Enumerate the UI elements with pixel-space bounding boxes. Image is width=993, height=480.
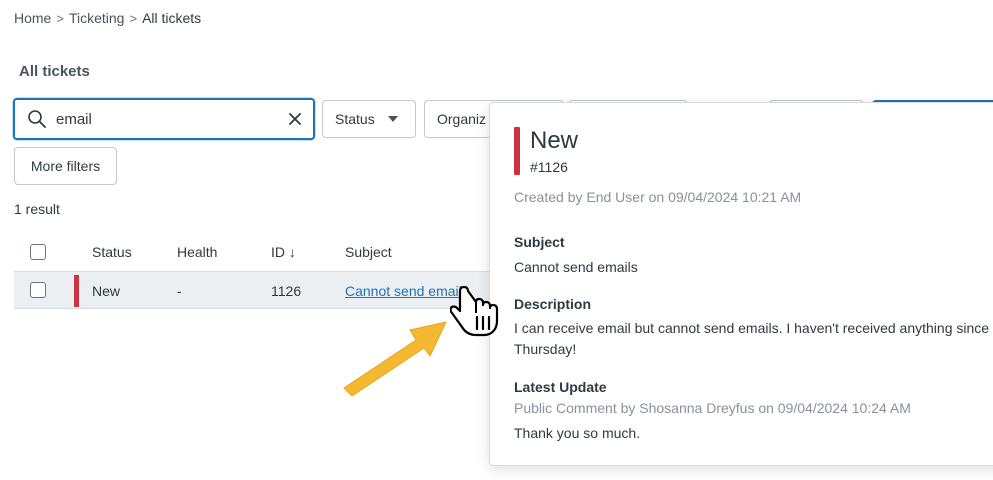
search-icon: [28, 110, 46, 128]
column-header-status[interactable]: Status: [92, 244, 132, 260]
cell-status: New: [92, 283, 121, 299]
select-all-checkbox[interactable]: [30, 244, 46, 260]
breadcrumb-all-tickets: All tickets: [142, 10, 202, 26]
ticket-preview-popover: New #1126 Created by End User on 09/04/2…: [489, 102, 993, 466]
breadcrumb-separator: >: [56, 10, 64, 26]
status-filter-label: Status: [335, 111, 375, 127]
ticket-created-info: Created by End User on 09/04/2024 10:21 …: [514, 189, 802, 205]
column-header-id[interactable]: ID ↓: [271, 244, 296, 260]
breadcrumb-separator: >: [129, 10, 138, 26]
organization-filter-label: Organiz: [437, 111, 487, 127]
description-value: I can receive email but cannot send emai…: [514, 320, 990, 357]
row-checkbox[interactable]: [30, 282, 46, 298]
ticket-number: #1126: [530, 159, 568, 175]
close-icon[interactable]: [287, 111, 303, 127]
arrow-annotation: [343, 321, 447, 397]
result-count: 1 result: [14, 201, 60, 217]
breadcrumb-ticketing[interactable]: Ticketing: [69, 10, 125, 26]
latest-update-meta: Public Comment by Shosanna Dreyfus on 09…: [514, 400, 911, 416]
ticket-status-title: New: [530, 127, 579, 154]
more-filters-label: More filters: [30, 158, 101, 174]
status-indicator: [514, 127, 520, 175]
table-row[interactable]: New - 1126 Cannot send emails: [14, 271, 494, 309]
search-box[interactable]: email: [13, 98, 315, 140]
page-title: All tickets: [19, 63, 90, 80]
search-input[interactable]: email: [56, 111, 287, 128]
subject-value: Cannot send emails: [514, 259, 638, 275]
column-header-subject[interactable]: Subject: [345, 244, 392, 260]
table-header: Status Health ID ↓ Subject: [14, 234, 494, 270]
breadcrumb-home[interactable]: Home: [14, 10, 51, 26]
more-filters-button[interactable]: More filters: [14, 147, 117, 185]
cell-id: 1126: [271, 283, 302, 299]
subject-label: Subject: [514, 234, 565, 250]
latest-update-label: Latest Update: [514, 379, 607, 395]
chevron-down-icon: [387, 116, 398, 122]
latest-update-text: Thank you so much.: [514, 425, 641, 441]
status-filter-button[interactable]: Status: [322, 100, 416, 138]
breadcrumb: Home > Ticketing > All tickets: [14, 10, 201, 26]
description-label: Description: [514, 296, 592, 312]
cell-health: -: [177, 283, 182, 299]
pointer-hand-icon: [450, 285, 499, 337]
status-indicator: [74, 275, 79, 307]
column-header-health[interactable]: Health: [177, 244, 217, 260]
